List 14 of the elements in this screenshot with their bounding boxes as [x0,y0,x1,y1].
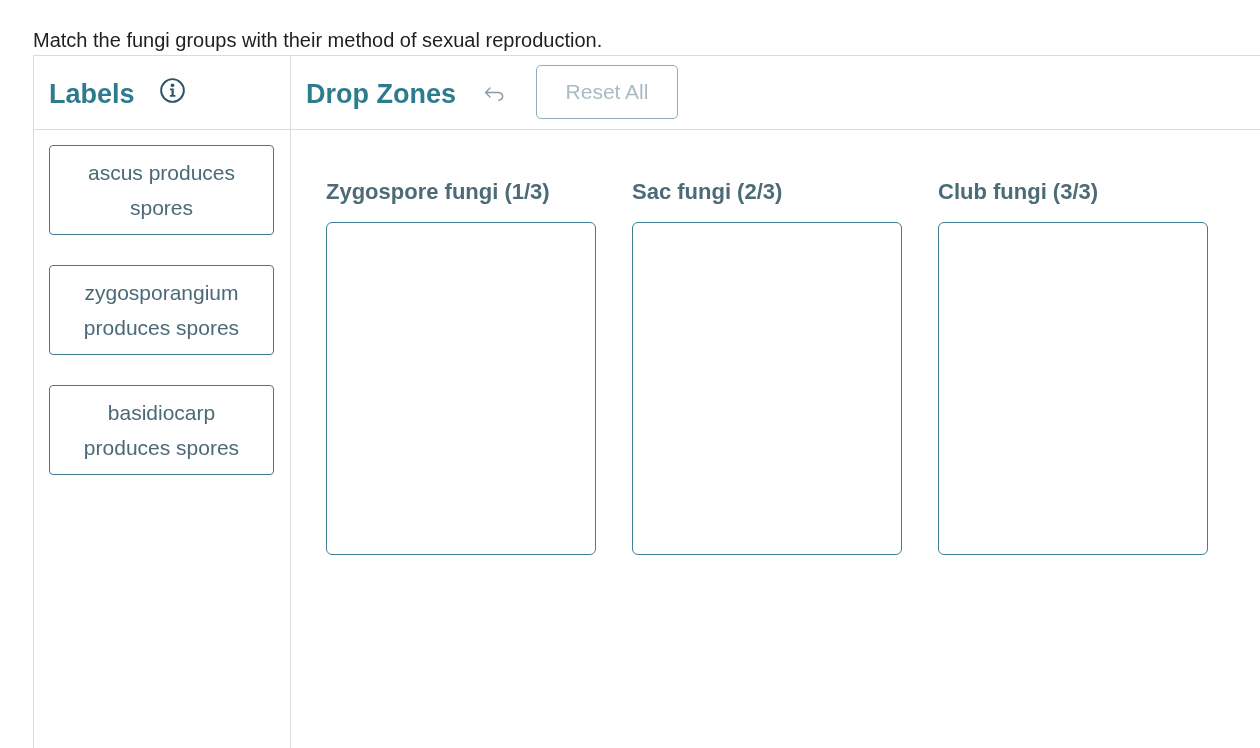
drop-zone[interactable] [326,222,596,555]
panel-title: Labels [49,77,135,110]
drop-zone[interactable] [938,222,1208,555]
info-icon[interactable] [159,78,185,103]
draggable-label[interactable]: ascus produces spores [49,145,274,235]
undo-icon[interactable] [484,86,506,101]
drop-zone-heading: Zygospore fungi (1/3) [326,178,551,206]
draggable-label[interactable]: basidiocarp produces spores [49,385,274,475]
draggable-label[interactable]: zygosporangium produces spores [49,265,274,355]
drop-zone[interactable] [632,222,902,555]
drop-zone-heading: Club fungi (3/3) [938,178,1100,206]
panel-title: Drop Zones [306,77,456,110]
instruction-text: Match the fungi groups with their method of sexual reproduction. [33,28,604,52]
drop-zone-heading: Sac fungi (2/3) [632,178,784,206]
